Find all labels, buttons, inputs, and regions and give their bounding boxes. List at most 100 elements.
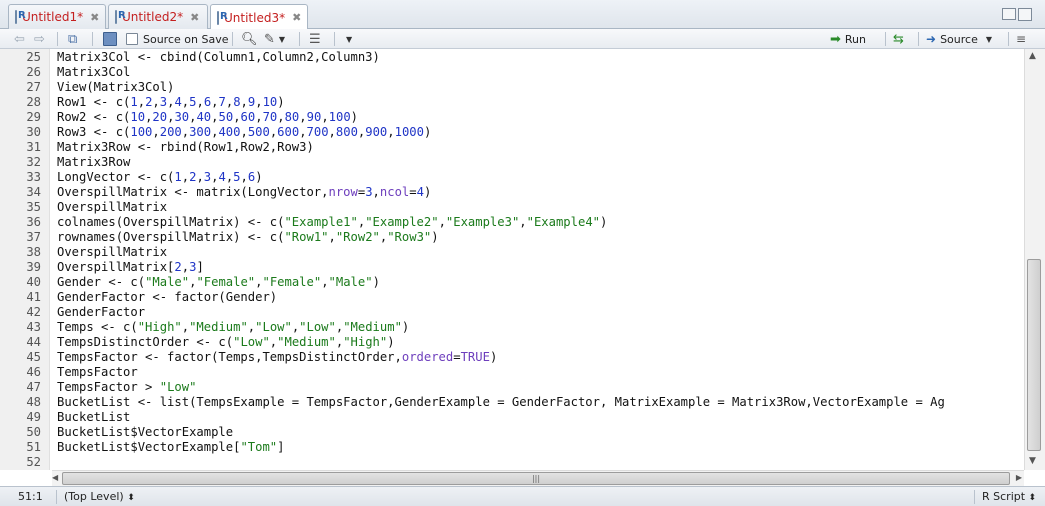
tab-label: Untitled1*	[22, 10, 84, 24]
source-on-save-checkbox[interactable]: Source on Save	[126, 31, 228, 47]
line-number: 35	[26, 200, 41, 214]
status-bar: 51:1 (Top Level) ⬍ R Script ⬍	[0, 486, 1045, 506]
r-script-icon	[15, 10, 26, 24]
run-arrow-icon: ➡	[830, 31, 841, 47]
filetype-label: R Script	[982, 490, 1026, 503]
rerun-icon[interactable]: ⇆	[893, 31, 904, 47]
scope-label: (Top Level)	[64, 490, 124, 503]
code-line[interactable]: Matrix3Col	[57, 65, 130, 80]
code-line[interactable]: Matrix3Row	[57, 155, 130, 170]
horizontal-scrollbar[interactable]: ◀ ||| ▶	[52, 470, 1024, 486]
code-line[interactable]: TempsDistinctOrder <- c("Low","Medium","…	[57, 335, 395, 350]
code-line[interactable]: TempsFactor <- factor(Temps,TempsDistinc…	[57, 350, 497, 365]
line-number: 43	[26, 320, 41, 334]
tab-untitled2[interactable]: Untitled2* ✖	[108, 4, 208, 29]
save-icon[interactable]	[103, 31, 117, 47]
code-line[interactable]: BucketList$VectorExample	[57, 425, 233, 440]
r-script-icon	[115, 10, 126, 24]
code-line[interactable]: Row3 <- c(100,200,300,400,500,600,700,80…	[57, 125, 431, 140]
code-line[interactable]: View(Matrix3Col)	[57, 80, 174, 95]
code-line[interactable]: Gender <- c("Male","Female","Female","Ma…	[57, 275, 380, 290]
tab-bar: Untitled1* ✖ Untitled2* ✖ Untitled3* ✖	[0, 0, 1045, 30]
filetype-selector[interactable]: R Script ⬍	[982, 490, 1036, 503]
code-editor[interactable]: 25 26 27 28 29 30 31 32 33 34 35 36 37 38 39 40 41 42 43 44…	[0, 49, 1024, 470]
code-line[interactable]: GenderFactor	[57, 305, 145, 320]
scroll-left-icon[interactable]: ◀	[52, 473, 58, 482]
code-line[interactable]: colnames(OverspillMatrix) <- c("Example1…	[57, 215, 607, 230]
code-line[interactable]: BucketList	[57, 410, 130, 425]
line-number: 38	[26, 245, 41, 259]
line-number: 41	[26, 290, 41, 304]
scroll-right-icon[interactable]: ▶	[1016, 473, 1022, 482]
line-number: 34	[26, 185, 41, 199]
run-button[interactable]: ➡ Run	[830, 31, 866, 47]
code-line[interactable]: Row1 <- c(1,2,3,4,5,6,7,8,9,10)	[57, 95, 285, 110]
line-number: 51	[26, 440, 41, 454]
scroll-down-icon[interactable]: ▼	[1029, 456, 1036, 466]
chevron-down-icon[interactable]: ▼	[986, 35, 992, 44]
back-arrow-icon[interactable]: ⇦	[14, 31, 25, 47]
scroll-thumb[interactable]	[1027, 259, 1041, 451]
code-line[interactable]: OverspillMatrix	[57, 200, 167, 215]
show-in-window-icon[interactable]: ⧉	[68, 31, 77, 47]
line-number: 29	[26, 110, 41, 124]
forward-arrow-icon[interactable]: ⇨	[34, 31, 45, 47]
maximize-icon[interactable]	[1018, 8, 1032, 21]
source-button[interactable]: ➜ Source ▼	[926, 31, 992, 47]
line-number: 47	[26, 380, 41, 394]
line-number: 52	[26, 455, 41, 469]
editor-toolbar: ⇦ ⇨ ⧉ Source on Save 🔍︎ ✎ ▼ ☰ ▼ ➡ Run ⇆ ➜…	[0, 29, 1045, 49]
code-line[interactable]: rownames(OverspillMatrix) <- c("Row1","R…	[57, 230, 439, 245]
search-icon[interactable]: 🔍︎	[241, 31, 258, 47]
scroll-thumb[interactable]: |||	[62, 472, 1010, 485]
code-line[interactable]: OverspillMatrix[2,3]	[57, 260, 204, 275]
code-line[interactable]: Row2 <- c(10,20,30,40,50,60,70,80,90,100…	[57, 110, 358, 125]
line-number: 45	[26, 350, 41, 364]
code-line[interactable]: OverspillMatrix <- matrix(LongVector,nro…	[57, 185, 431, 200]
minimize-icon[interactable]	[1002, 8, 1016, 20]
code-line[interactable]: Matrix3Col <- cbind(Column1,Column2,Colu…	[57, 50, 380, 65]
source-label: Source	[940, 32, 978, 46]
code-line[interactable]: Matrix3Row <- rbind(Row1,Row2,Row3)	[57, 140, 314, 155]
line-number: 50	[26, 425, 41, 439]
outline-icon[interactable]: ≡	[1016, 31, 1026, 47]
cursor-position: 51:1	[18, 490, 43, 503]
line-number: 33	[26, 170, 41, 184]
line-number: 46	[26, 365, 41, 379]
vertical-scrollbar[interactable]: ▲ ▼	[1024, 49, 1045, 470]
line-number: 30	[26, 125, 41, 139]
close-icon[interactable]: ✖	[190, 11, 199, 24]
run-label: Run	[844, 32, 866, 46]
tab-untitled1[interactable]: Untitled1* ✖	[8, 4, 106, 29]
code-line[interactable]: Temps <- c("High","Medium","Low","Low","…	[57, 320, 409, 335]
line-number: 37	[26, 230, 41, 244]
line-number: 49	[26, 410, 41, 424]
code-line[interactable]: LongVector <- c(1,2,3,4,5,6)	[57, 170, 263, 185]
line-number: 39	[26, 260, 41, 274]
checkbox-icon[interactable]	[126, 33, 138, 45]
close-icon[interactable]: ✖	[90, 11, 99, 24]
line-number: 42	[26, 305, 41, 319]
scroll-up-icon[interactable]: ▲	[1029, 51, 1036, 61]
tab-untitled3[interactable]: Untitled3* ✖	[210, 4, 308, 30]
code-tools-wand-icon[interactable]: ✎ ▼	[264, 31, 285, 47]
code-line[interactable]: BucketList$VectorExample["Tom"]	[57, 440, 284, 455]
close-icon[interactable]: ✖	[292, 11, 301, 24]
line-number: 28	[26, 95, 41, 109]
code-line[interactable]: TempsFactor > "Low"	[57, 380, 196, 395]
code-line[interactable]: GenderFactor <- factor(Gender)	[57, 290, 277, 305]
code-line[interactable]: BucketList <- list(TempsExample = TempsF…	[57, 395, 945, 410]
code-line[interactable]: OverspillMatrix	[57, 245, 167, 260]
line-number: 26	[26, 65, 41, 79]
compile-report-icon[interactable]: ☰	[309, 31, 321, 47]
code-line[interactable]: TempsFactor	[57, 365, 138, 380]
scope-selector[interactable]: (Top Level) ⬍	[64, 490, 135, 503]
more-dropdown[interactable]: ▼	[346, 31, 352, 47]
line-number: 36	[26, 215, 41, 229]
line-number: 32	[26, 155, 41, 169]
line-number: 27	[26, 80, 41, 94]
line-number: 25	[26, 50, 41, 64]
line-number-gutter: 25 26 27 28 29 30 31 32 33 34 35 36 37 38 39 40 41 42 43 44…	[0, 49, 50, 470]
line-number: 40	[26, 275, 41, 289]
tab-label: Untitled3*	[224, 10, 286, 25]
